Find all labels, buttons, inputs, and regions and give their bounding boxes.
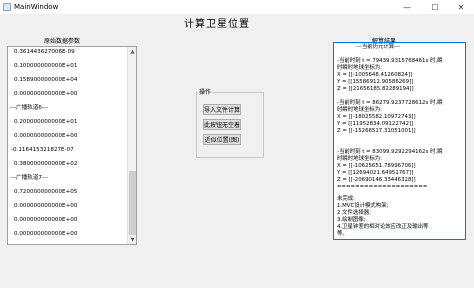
operations-group-title: 操作 xyxy=(198,87,213,96)
result-line: 等。 xyxy=(337,231,348,237)
scroll-up-icon[interactable]: ▲ xyxy=(128,47,137,56)
list-item: 0.158900000000E+04 xyxy=(14,77,78,83)
list-item: 0.100000000000E+01 xyxy=(14,63,78,69)
result-line: Z = [[-15266517.31051001]] xyxy=(337,128,416,134)
result-line: X = [[-18025582.10972743]] xyxy=(337,114,416,120)
list-item: ---广播轨道6--- xyxy=(10,105,49,111)
result-line: Z = [[21656185.82289194]] xyxy=(337,86,414,92)
scroll-thumb[interactable] xyxy=(129,171,136,235)
maximize-button[interactable]: ☐ xyxy=(424,0,446,14)
result-line: Y = [[11952834.09122742]] xyxy=(337,121,414,127)
result-line: ---当前历元计算--- xyxy=(356,44,401,50)
raw-data-list[interactable]: 0.361443627006E-09 0.100000000000E+01 0.… xyxy=(7,46,137,245)
result-line: 4.卫星钟差的相对论效应改正及输出等 xyxy=(337,224,429,230)
list-item: ---广播轨道7--- xyxy=(10,175,49,181)
list-item: 0.200000000000E+01 xyxy=(14,119,78,125)
list-scrollbar[interactable]: ▲ ▼ xyxy=(127,47,136,244)
result-line: 时瞬时地球坐标为: xyxy=(337,65,382,71)
result-line: 未完成: xyxy=(337,196,355,202)
list-item: 0.000000000000E+00 xyxy=(14,133,78,139)
title-bar[interactable]: MainWindow — ☐ ✕ xyxy=(0,0,474,14)
result-line: Z = [[-20690146.33446328]] xyxy=(337,177,416,183)
result-line: -当前时刻 t = 86279.9237728612s 时,瞬 xyxy=(337,100,443,106)
result-line: X = [[-10625651.78996706]] xyxy=(337,163,416,169)
result-line: Y = [[15586912.90586269]] xyxy=(337,79,414,85)
page-title: 计算卫星位置 xyxy=(184,19,250,30)
list-item: 0.000000000000E+00 xyxy=(14,203,78,209)
list-item: 0.720000000000E+05 xyxy=(14,189,78,195)
result-line: -当前时刻 t = 79439.9315768461s 时,瞬 xyxy=(337,58,443,64)
result-line: 1.MVC设计模式构架; xyxy=(337,203,389,209)
raw-data-label: 原始数据参数 xyxy=(44,38,81,45)
placeholder-button[interactable]: 此按钮无空着 xyxy=(203,119,241,130)
main-window: MainWindow — ☐ ✕ 计算卫星位置 原始数据参数 解算结果 0.36… xyxy=(0,0,474,288)
import-file-compute-button[interactable]: 导入文件计算 xyxy=(203,104,241,115)
result-line: 3.绘制图像; xyxy=(337,217,366,223)
result-line: Y = [[12694021.64951767]] xyxy=(337,170,414,176)
app-icon xyxy=(3,3,11,11)
window-title: MainWindow xyxy=(14,3,59,11)
list-item: -0.116415321827E-07 xyxy=(11,147,74,153)
list-item: 0.000000000000E+00 xyxy=(14,231,78,237)
list-item: 0.000000000000E+00 xyxy=(14,217,78,223)
result-line: ==================== xyxy=(337,184,428,190)
result-line: 2.文件选择器; xyxy=(337,210,371,216)
result-line: 时瞬时地球坐标为: xyxy=(337,156,382,162)
list-item: 0.380000000000E+02 xyxy=(14,161,78,167)
approx-position-button[interactable]: 近似位置(图) xyxy=(203,134,241,145)
minimize-button[interactable]: — xyxy=(396,0,418,14)
scroll-down-icon[interactable]: ▼ xyxy=(128,235,137,244)
result-line: 时瞬时地球坐标为: xyxy=(337,107,382,113)
close-button[interactable]: ✕ xyxy=(450,0,472,14)
result-line: X = [[-1005648.41260824]] xyxy=(337,72,413,78)
list-item: 0.361443627006E-09 xyxy=(14,49,75,55)
result-line: -当前时刻 t = 83099.9292294162s 时,瞬 xyxy=(337,149,443,155)
result-text-area[interactable]: ---当前历元计算--- -当前时刻 t = 79439.9315768461s… xyxy=(333,42,466,240)
list-item: 0.000000000000E+00 xyxy=(14,91,78,97)
